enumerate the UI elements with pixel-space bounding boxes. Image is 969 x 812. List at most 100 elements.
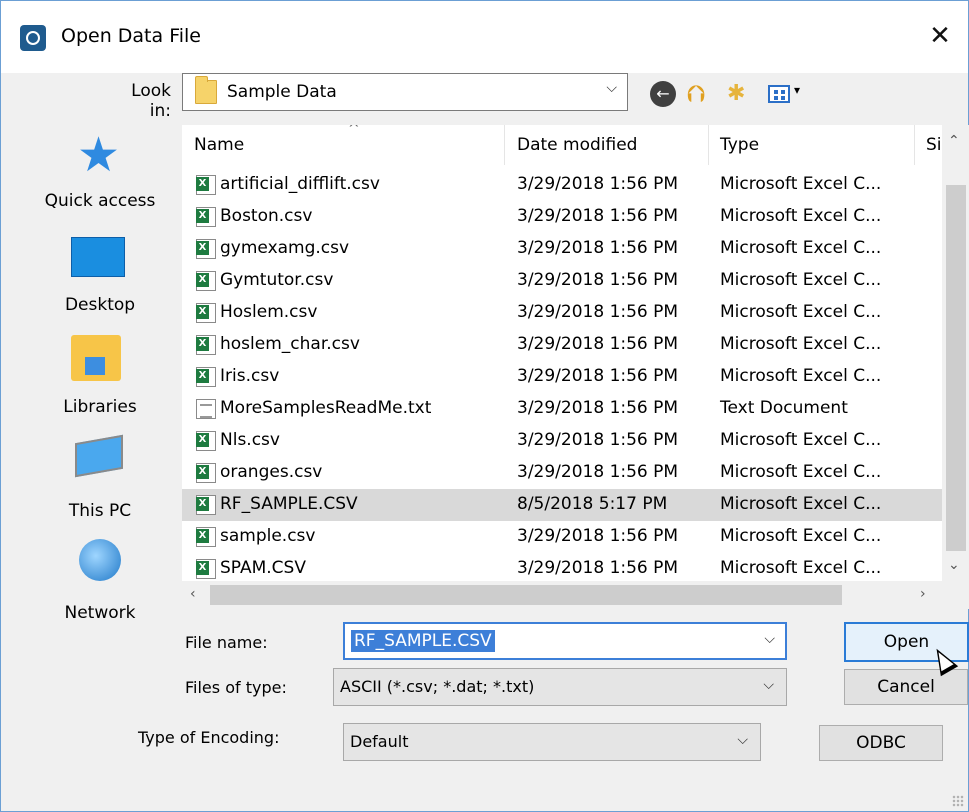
folder-icon: [195, 76, 217, 104]
column-header-date[interactable]: Date modified: [517, 135, 637, 155]
chevron-down-icon[interactable]: ⌵: [606, 80, 617, 96]
place-quick-access[interactable]: ★ Quick access: [21, 125, 179, 225]
place-label: Libraries: [63, 397, 137, 417]
date-modified-cell: 3/29/2018 1:56 PM: [517, 270, 679, 290]
scroll-right-icon[interactable]: ›: [920, 586, 926, 602]
date-modified-cell: 3/29/2018 1:56 PM: [517, 238, 679, 258]
place-label: Desktop: [64, 295, 136, 315]
app-icon: [20, 25, 46, 51]
file-name-input[interactable]: RF_SAMPLE.CSV ⌵: [343, 622, 787, 660]
file-type-cell: Microsoft Excel C...: [720, 302, 882, 322]
caret-down-icon: ▾: [794, 83, 801, 97]
places-bar: ★ Quick access Desktop Libraries This PC…: [21, 125, 179, 635]
window-title: Open Data File: [61, 25, 201, 47]
scroll-up-icon[interactable]: ⌃: [948, 133, 960, 149]
chevron-down-icon: ⌵: [737, 732, 748, 748]
file-type-cell: Microsoft Excel C...: [720, 366, 882, 386]
horizontal-scrollbar[interactable]: ‹ ›: [182, 581, 942, 609]
place-this-pc[interactable]: This PC: [21, 434, 179, 535]
file-row[interactable]: oranges.csv 3/29/2018 1:56 PM Microsoft Ex…: [182, 457, 942, 489]
file-type-cell: Microsoft Excel C...: [720, 462, 882, 482]
network-icon: [79, 539, 121, 581]
file-row[interactable]: Gymtutor.csv 3/29/2018 1:56 PM Microsoft E…: [182, 265, 942, 297]
excel-file-icon: [196, 271, 216, 291]
look-in-value: Sample Data: [227, 82, 337, 102]
file-type-cell: Text Document: [720, 398, 848, 418]
open-data-file-dialog: Open Data File ✕ Look in: Sample Data ⌵ …: [0, 0, 969, 812]
chevron-down-icon: ⌵: [763, 677, 774, 693]
date-modified-cell: 3/29/2018 1:56 PM: [517, 334, 679, 354]
new-folder-icon[interactable]: ✱: [727, 81, 753, 107]
file-name-cell: Nls.csv: [220, 430, 280, 450]
date-modified-cell: 3/29/2018 1:56 PM: [517, 366, 679, 386]
cancel-button[interactable]: Cancel: [844, 669, 968, 705]
scroll-thumb[interactable]: [210, 585, 842, 605]
encoding-dropdown[interactable]: Default ⌵: [343, 723, 761, 761]
excel-file-icon: [196, 527, 216, 547]
place-label: Quick access: [44, 191, 156, 211]
chevron-down-icon[interactable]: ⌵: [764, 631, 775, 647]
file-type-cell: Microsoft Excel C...: [720, 206, 882, 226]
date-modified-cell: 8/5/2018 5:17 PM: [517, 494, 668, 514]
text-file-icon: [196, 399, 216, 419]
resize-grip-icon[interactable]: [952, 795, 964, 807]
file-name-value: RF_SAMPLE.CSV: [351, 630, 495, 652]
file-type-cell: Microsoft Excel C...: [720, 174, 882, 194]
look-in-dropdown[interactable]: Sample Data ⌵: [182, 73, 628, 111]
close-button[interactable]: ✕: [912, 15, 968, 57]
excel-file-icon: [196, 495, 216, 515]
file-name-cell: SPAM.CSV: [220, 558, 306, 578]
scroll-thumb[interactable]: [946, 185, 966, 551]
place-desktop[interactable]: Desktop: [21, 229, 179, 329]
column-header-row: Name ^ Date modified Type Si:: [182, 125, 942, 165]
column-header-name[interactable]: Name: [194, 135, 244, 155]
date-modified-cell: 3/29/2018 1:56 PM: [517, 302, 679, 322]
encoding-label: Type of Encoding:: [138, 728, 280, 747]
file-list-viewport: Name ^ Date modified Type Si: artificial…: [182, 125, 942, 581]
file-name-cell: Gymtutor.csv: [220, 270, 334, 290]
file-row[interactable]: Hoslem.csv 3/29/2018 1:56 PM Microsoft Exc…: [182, 297, 942, 329]
date-modified-cell: 3/29/2018 1:56 PM: [517, 462, 679, 482]
up-folder-icon[interactable]: ⮉: [687, 81, 713, 107]
column-header-type[interactable]: Type: [720, 135, 759, 155]
column-header-size[interactable]: Si:: [926, 135, 942, 155]
place-label: This PC: [68, 501, 132, 521]
file-type-cell: Microsoft Excel C...: [720, 238, 882, 258]
file-type-cell: Microsoft Excel C...: [720, 334, 882, 354]
column-divider[interactable]: [914, 125, 915, 165]
file-row[interactable]: hoslem_char.csv 3/29/2018 1:56 PM Microsof…: [182, 329, 942, 361]
desktop-icon: [71, 237, 125, 277]
file-type-cell: Microsoft Excel C...: [720, 558, 882, 578]
back-icon[interactable]: ←: [650, 81, 676, 107]
scroll-left-icon[interactable]: ‹: [190, 586, 196, 602]
file-row[interactable]: sample.csv 3/29/2018 1:56 PM Microsoft Exc…: [182, 521, 942, 553]
odbc-button[interactable]: ODBC: [819, 725, 943, 761]
file-row[interactable]: Nls.csv 3/29/2018 1:56 PM Microsoft Excel …: [182, 425, 942, 457]
excel-file-icon: [196, 463, 216, 483]
file-row[interactable]: Iris.csv 3/29/2018 1:56 PM Microsoft Excel…: [182, 361, 942, 393]
view-grid-icon: [768, 85, 790, 103]
file-name-cell: Boston.csv: [220, 206, 313, 226]
file-row[interactable]: Boston.csv 3/29/2018 1:56 PM Microsoft Exc…: [182, 201, 942, 233]
file-list[interactable]: Name ^ Date modified Type Si: artificial…: [182, 125, 969, 609]
file-type-cell: Microsoft Excel C...: [720, 430, 882, 450]
column-divider[interactable]: [708, 125, 709, 165]
excel-file-icon: [196, 335, 216, 355]
file-name-cell: sample.csv: [220, 526, 316, 546]
excel-file-icon: [196, 207, 216, 227]
excel-file-icon: [196, 559, 216, 579]
scroll-down-icon[interactable]: ⌄: [948, 557, 960, 573]
file-row[interactable]: artificial_difflift.csv 3/29/2018 1:56 PM…: [182, 169, 942, 201]
file-row[interactable]: RF_SAMPLE.CSV 8/5/2018 5:17 PM Microsoft E…: [182, 489, 942, 521]
file-type-cell: Microsoft Excel C...: [720, 526, 882, 546]
vertical-scrollbar[interactable]: ⌃ ⌄: [942, 125, 969, 581]
file-name-cell: artificial_difflift.csv: [220, 174, 380, 194]
file-row[interactable]: gymexamg.csv 3/29/2018 1:56 PM Microsoft E…: [182, 233, 942, 265]
view-menu-button[interactable]: ▾: [768, 81, 808, 107]
file-type-dropdown[interactable]: ASCII (*.csv; *.dat; *.txt) ⌵: [333, 668, 787, 706]
column-divider[interactable]: [504, 125, 505, 165]
file-row[interactable]: SPAM.CSV 3/29/2018 1:56 PM Microsoft Excel…: [182, 553, 942, 581]
place-libraries[interactable]: Libraries: [21, 331, 179, 431]
place-network[interactable]: Network: [21, 537, 179, 637]
file-row[interactable]: MoreSamplesReadMe.txt 3/29/2018 1:56 PM Te…: [182, 393, 942, 425]
